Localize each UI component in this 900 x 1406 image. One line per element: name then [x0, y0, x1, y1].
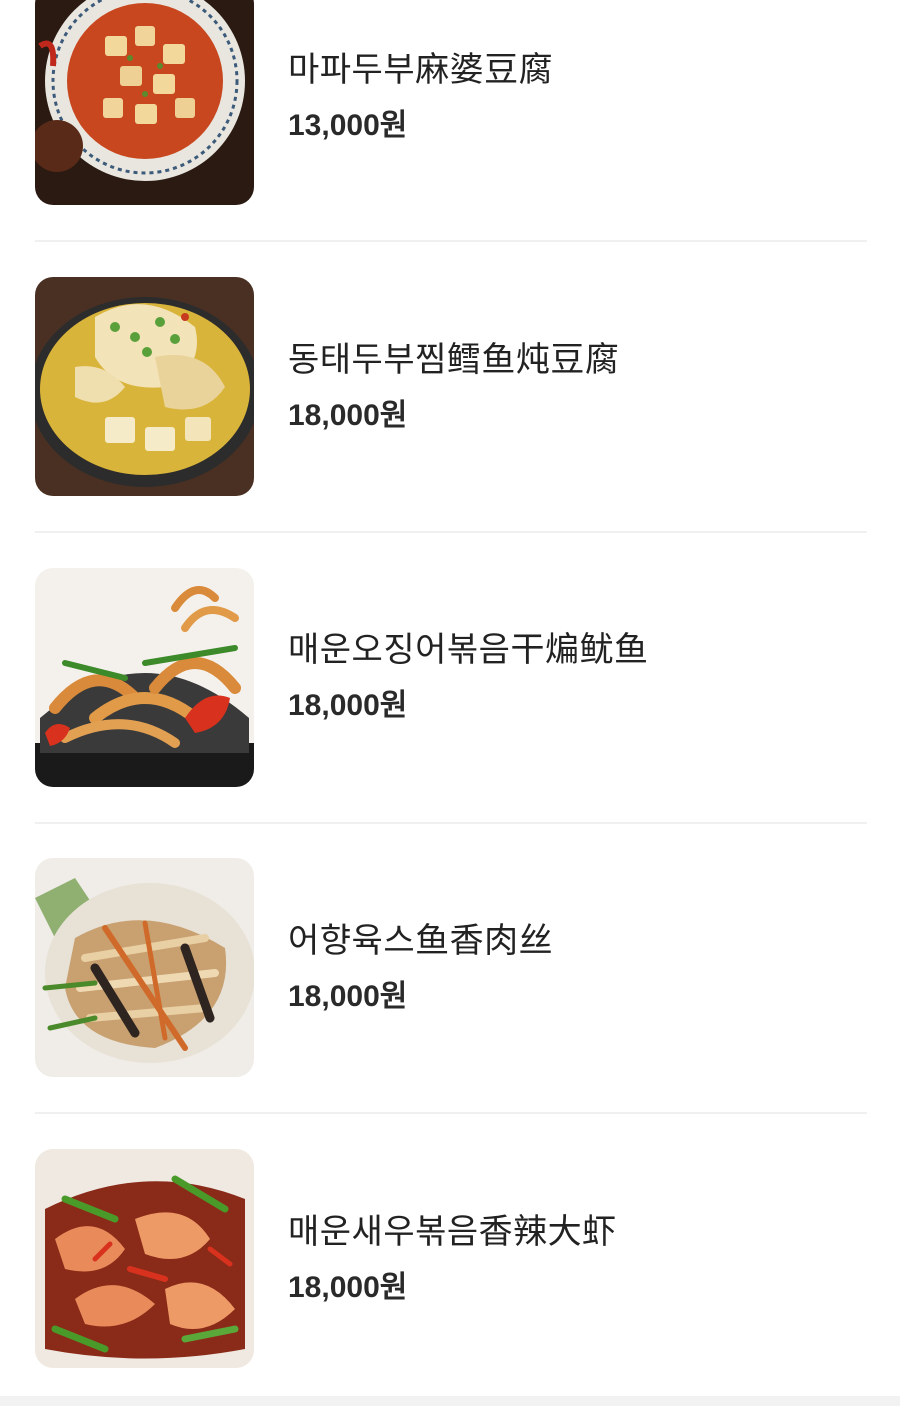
menu-item-name: 동태두부찜鳕鱼炖豆腐 — [288, 341, 620, 379]
menu-item-price: 18,000원 — [288, 399, 408, 432]
bottom-edge — [0, 1396, 900, 1406]
spicy-shrimp-stir-fry-image — [35, 1149, 254, 1368]
menu-item[interactable]: 매운오징어볶음干煸鱿鱼 18,000원 — [35, 568, 867, 787]
menu-item-name: 마파두부麻婆豆腐 — [288, 51, 554, 89]
menu-item-name: 매운오징어볶음干煸鱿鱼 — [288, 631, 649, 669]
menu-item[interactable]: 어향육스鱼香肉丝 18,000원 — [35, 858, 867, 1077]
fish-flavored-pork-image — [35, 858, 254, 1077]
menu-item-price: 18,000원 — [288, 689, 408, 722]
divider — [35, 531, 867, 533]
menu-item[interactable]: 동태두부찜鳕鱼炖豆腐 18,000원 — [35, 277, 867, 496]
menu-item-name: 어향육스鱼香肉丝 — [288, 922, 554, 960]
menu-item-price: 18,000원 — [288, 1271, 408, 1304]
mapo-tofu-image — [35, 0, 254, 205]
menu-item[interactable]: 마파두부麻婆豆腐 13,000원 — [35, 0, 867, 205]
spicy-squid-stir-fry-image — [35, 568, 254, 787]
divider — [35, 240, 867, 242]
braised-pollock-tofu-image — [35, 277, 254, 496]
menu-item[interactable]: 매운새우볶음香辣大虾 18,000원 — [35, 1149, 867, 1368]
divider — [35, 1112, 867, 1114]
menu-item-name: 매운새우볶음香辣大虾 — [288, 1213, 617, 1251]
menu-item-price: 13,000원 — [288, 109, 408, 142]
divider — [35, 822, 867, 824]
menu-item-price: 18,000원 — [288, 980, 408, 1013]
